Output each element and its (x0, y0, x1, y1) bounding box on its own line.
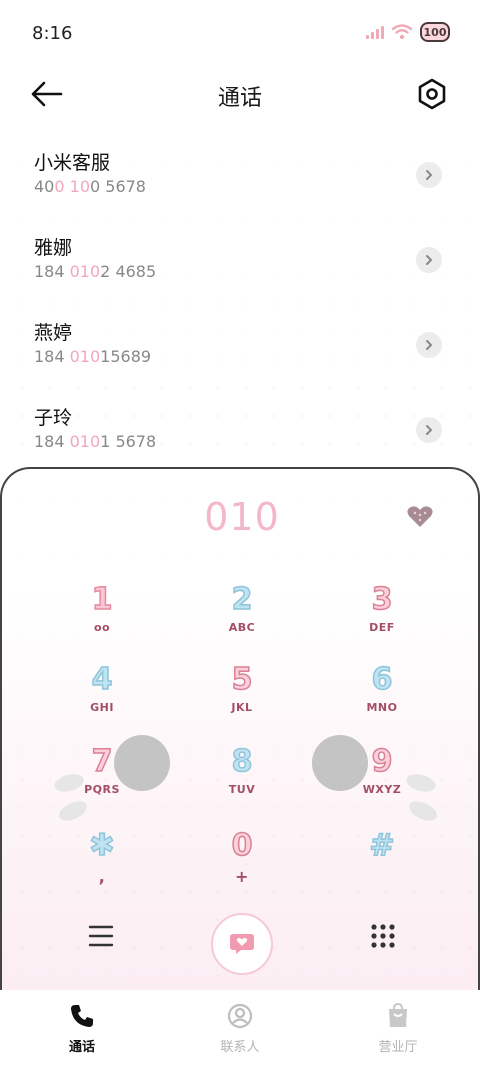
contact-list: 小米客服 400 100 5678 雅娜 184 0102 4685 燕婷 18… (0, 138, 480, 478)
dialer-panel: 010 1 oo 2 ABC 3 DEF 4 GHI 5 JKL 6 MNO 7… (0, 467, 480, 997)
contact-name: 子玲 (34, 407, 73, 429)
battery-level: 100 (423, 25, 447, 39)
gray-circle-left (114, 735, 170, 791)
key-8[interactable]: 8 TUV (202, 744, 282, 796)
nav-calls[interactable]: 通话 (32, 1002, 132, 1055)
bottom-nav: 通话 联系人 营业厅 (0, 990, 480, 1067)
key-3[interactable]: 3 DEF (342, 582, 422, 634)
contacts-icon (227, 1003, 253, 1029)
paw-decoration (56, 797, 90, 825)
contact-number: 184 01015689 (34, 347, 152, 366)
chevron-right-icon (426, 170, 433, 180)
keypad-toggle-button[interactable] (370, 923, 396, 949)
chevron-right-icon (426, 340, 433, 350)
list-item[interactable]: 雅娜 184 0102 4685 (0, 223, 480, 308)
key-2[interactable]: 2 ABC (202, 582, 282, 634)
status-time: 8:16 (32, 23, 73, 44)
heart-icon[interactable] (406, 505, 434, 529)
battery-icon: 100 (420, 22, 450, 42)
settings-hexagon-icon (418, 78, 446, 110)
signal-icon (366, 25, 384, 39)
key-5[interactable]: 5 JKL (202, 662, 282, 714)
chevron-right-icon (426, 255, 433, 265)
list-item[interactable]: 小米客服 400 100 5678 (0, 138, 480, 223)
status-icons: 100 (366, 22, 450, 42)
paw-decoration (406, 797, 440, 825)
contact-detail-button[interactable] (416, 417, 442, 443)
contact-detail-button[interactable] (416, 162, 442, 188)
list-item[interactable]: 子玲 184 0101 5678 (0, 393, 480, 478)
key-1[interactable]: 1 oo (62, 582, 142, 634)
nav-shop[interactable]: 营业厅 (348, 1002, 448, 1055)
phone-icon (71, 1005, 93, 1027)
contact-name: 小米客服 (34, 152, 111, 174)
wifi-icon (392, 24, 412, 40)
dialer-actions (2, 913, 480, 989)
key-hash[interactable]: # (342, 828, 422, 867)
nav-label: 通话 (68, 1040, 95, 1055)
contact-number: 184 0102 4685 (34, 262, 157, 281)
keypad-grid-icon (371, 924, 395, 948)
menu-icon (88, 925, 114, 947)
page-title: 通话 (217, 86, 262, 111)
call-button[interactable] (211, 913, 273, 975)
contact-number: 184 0101 5678 (34, 432, 157, 451)
nav-label: 联系人 (220, 1040, 260, 1055)
settings-button[interactable] (414, 76, 450, 112)
nav-label: 营业厅 (378, 1040, 418, 1055)
key-star[interactable]: ✱ , (62, 828, 142, 886)
chevron-right-icon (426, 425, 433, 435)
key-6[interactable]: 6 MNO (342, 662, 422, 714)
contact-number: 400 100 5678 (34, 177, 146, 196)
status-bar: 8:16 100 (0, 0, 480, 66)
key-0[interactable]: 0 + (202, 828, 282, 886)
contact-detail-button[interactable] (416, 332, 442, 358)
header: 通话 (0, 66, 480, 122)
contact-name: 雅娜 (34, 237, 73, 259)
shop-bag-icon (389, 1003, 407, 1027)
gray-circle-right (312, 735, 368, 791)
nav-contacts[interactable]: 联系人 (190, 1002, 290, 1055)
list-item[interactable]: 燕婷 184 01015689 (0, 308, 480, 393)
heart-chat-icon (230, 934, 254, 954)
key-4[interactable]: 4 GHI (62, 662, 142, 714)
contact-name: 燕婷 (34, 322, 73, 344)
menu-button[interactable] (88, 923, 114, 949)
contact-detail-button[interactable] (416, 247, 442, 273)
